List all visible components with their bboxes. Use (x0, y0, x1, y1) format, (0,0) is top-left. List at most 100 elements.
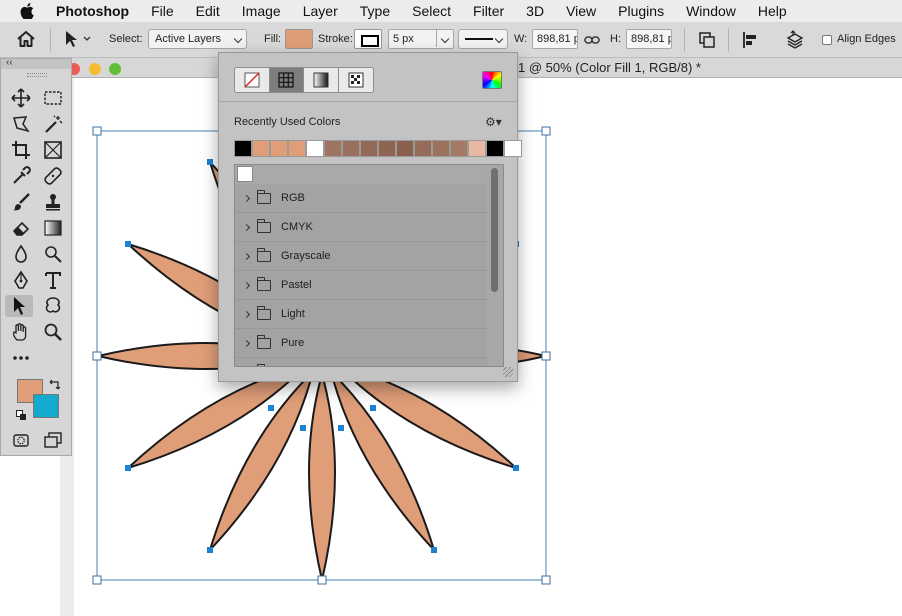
zoom-tool-icon[interactable] (39, 321, 67, 343)
gradient-tool-icon[interactable] (39, 217, 67, 239)
crop-tool-icon[interactable] (7, 139, 35, 161)
menu-image[interactable]: Image (242, 3, 281, 19)
anchor-point[interactable] (207, 159, 213, 166)
menu-edit[interactable]: Edit (196, 3, 220, 19)
align-edges-checkbox[interactable] (822, 35, 832, 45)
minimize-window-icon[interactable] (89, 63, 101, 75)
scrollbar[interactable] (487, 165, 503, 366)
move-tool-icon[interactable] (7, 87, 35, 109)
gradient-button[interactable] (304, 68, 339, 92)
gear-icon[interactable]: ⚙▾ (485, 115, 502, 129)
dodge-tool-icon[interactable] (39, 243, 67, 265)
recent-color-swatch[interactable] (306, 140, 324, 157)
anchor-point[interactable] (370, 405, 376, 411)
eyedropper-tool-icon[interactable] (7, 165, 35, 187)
home-icon[interactable] (16, 30, 36, 51)
menu-help[interactable]: Help (758, 3, 787, 19)
recent-color-swatch[interactable] (234, 140, 252, 157)
blur-tool-icon[interactable] (7, 243, 35, 265)
anchor-point[interactable] (125, 241, 132, 247)
default-colors-icon[interactable] (16, 409, 28, 427)
menu-file[interactable]: File (151, 3, 174, 19)
swatch-group-rgb[interactable]: RGB (235, 184, 487, 213)
swap-colors-icon[interactable] (49, 377, 61, 395)
chevron-right-icon[interactable] (242, 223, 251, 231)
anchor-point[interactable] (125, 465, 132, 471)
edit-toolbar-icon[interactable] (7, 347, 35, 369)
anchor-point[interactable] (512, 465, 519, 471)
path-alignment-icon[interactable] (742, 31, 760, 52)
path-selection-tool-icon[interactable] (5, 295, 33, 317)
screen-mode-icon[interactable] (39, 429, 67, 451)
solid-color-button[interactable] (269, 68, 304, 92)
menu-layer[interactable]: Layer (303, 3, 338, 19)
app-menu[interactable]: Photoshop (56, 3, 129, 19)
scroll-thumb[interactable] (491, 168, 498, 292)
magic-wand-tool-icon[interactable] (39, 113, 67, 135)
anchor-point[interactable] (431, 546, 437, 553)
menu-select[interactable]: Select (412, 3, 451, 19)
menu-filter[interactable]: Filter (473, 3, 504, 19)
recent-color-swatch[interactable] (360, 140, 378, 157)
recent-color-swatch[interactable] (396, 140, 414, 157)
healing-brush-tool-icon[interactable] (39, 165, 67, 187)
height-field[interactable]: 898,81 p (626, 29, 672, 49)
recent-color-swatch[interactable] (486, 140, 504, 157)
recent-color-swatch[interactable] (252, 140, 270, 157)
anchor-point[interactable] (268, 405, 274, 411)
select-dropdown[interactable]: Active Layers (148, 29, 247, 49)
swatch-group-cmyk[interactable]: CMYK (235, 213, 487, 242)
hand-tool-icon[interactable] (7, 321, 35, 343)
zoom-window-icon[interactable] (109, 63, 121, 75)
menu-type[interactable]: Type (360, 3, 390, 19)
recent-color-swatch[interactable] (468, 140, 486, 157)
chevron-right-icon[interactable] (242, 339, 251, 347)
recent-color-swatch[interactable] (378, 140, 396, 157)
anchor-point[interactable] (207, 546, 213, 553)
quick-mask-icon[interactable] (7, 429, 35, 451)
lasso-tool-icon[interactable] (7, 113, 35, 135)
swatch-group-grayscale[interactable]: Grayscale (235, 242, 487, 271)
recent-color-swatch[interactable] (342, 140, 360, 157)
recent-color-swatch[interactable] (414, 140, 432, 157)
type-tool-icon[interactable] (39, 269, 67, 291)
stroke-color-swatch[interactable] (354, 29, 382, 49)
swatch-group-light[interactable]: Light (235, 300, 487, 329)
background-color-swatch[interactable] (33, 394, 59, 418)
menu-window[interactable]: Window (686, 3, 736, 19)
eraser-tool-icon[interactable] (7, 217, 35, 239)
frame-tool-icon[interactable] (39, 139, 67, 161)
fill-color-swatch[interactable] (285, 29, 313, 49)
white-swatch[interactable] (237, 166, 253, 182)
swatch-group-dark[interactable]: Dark (235, 358, 487, 366)
path-selection-tool-preset-icon[interactable] (63, 30, 93, 51)
anchor-point[interactable] (300, 425, 306, 431)
chevron-right-icon[interactable] (242, 252, 251, 260)
brush-tool-icon[interactable] (7, 191, 35, 213)
menu-plugins[interactable]: Plugins (618, 3, 664, 19)
panel-grip[interactable] (27, 73, 47, 77)
clone-stamp-tool-icon[interactable] (39, 191, 67, 213)
apple-icon[interactable] (20, 3, 38, 19)
swatch-group-pure[interactable]: Pure (235, 329, 487, 358)
marquee-tool-icon[interactable] (39, 87, 67, 109)
menu-view[interactable]: View (566, 3, 596, 19)
pen-tool-icon[interactable] (7, 269, 35, 291)
collapse-panel-icon[interactable]: ‹‹ (6, 57, 13, 68)
stroke-width-field[interactable]: 5 px (388, 29, 454, 49)
recent-color-swatch[interactable] (450, 140, 468, 157)
custom-shape-tool-icon[interactable] (39, 295, 67, 317)
chevron-right-icon[interactable] (242, 281, 251, 289)
stroke-type-dropdown[interactable] (458, 29, 508, 49)
recent-color-swatch[interactable] (432, 140, 450, 157)
resize-grip-icon[interactable] (503, 367, 513, 377)
recent-color-swatch[interactable] (504, 140, 522, 157)
no-color-button[interactable] (235, 68, 270, 92)
path-arrangement-icon[interactable] (784, 30, 806, 53)
pattern-button[interactable] (339, 68, 373, 92)
path-operations-icon[interactable] (698, 31, 716, 52)
menu-3d[interactable]: 3D (526, 3, 544, 19)
recent-color-swatch[interactable] (324, 140, 342, 157)
chevron-right-icon[interactable] (242, 194, 251, 202)
color-picker-icon[interactable] (482, 71, 502, 89)
